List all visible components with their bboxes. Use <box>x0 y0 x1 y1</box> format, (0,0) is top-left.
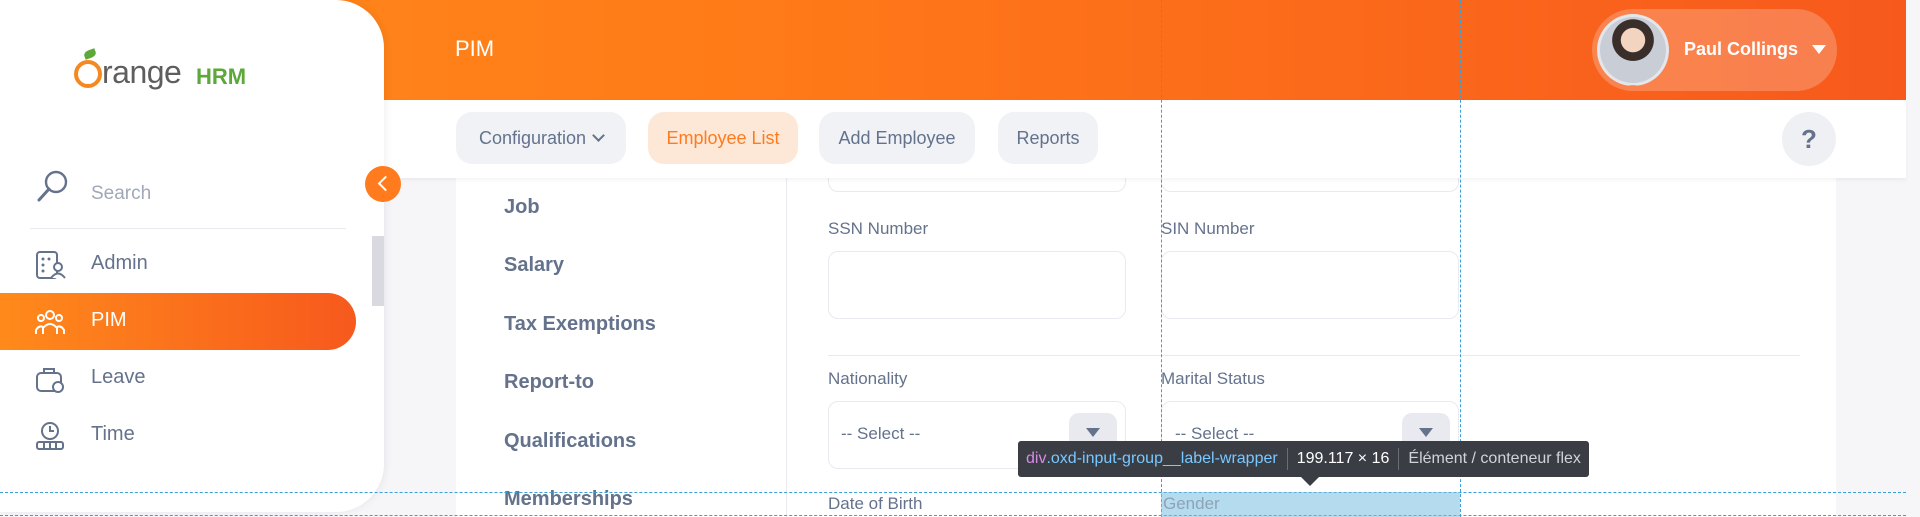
search-icon <box>37 170 68 202</box>
tab-reports-label: Reports <box>1016 127 1080 148</box>
logo-hrm: HRM <box>196 64 247 89</box>
time-icon <box>36 422 64 450</box>
page-title: PIM <box>455 36 495 61</box>
sidebar-item-label: Admin <box>91 252 148 274</box>
inspector-guide-top <box>0 492 1906 493</box>
gender-label: Gender <box>1163 494 1220 513</box>
sidebar-item-label: Leave <box>91 366 146 388</box>
tooltip-size: 199.117 × 16 <box>1296 450 1390 467</box>
search-input[interactable]: Search <box>91 183 151 205</box>
tab-add-employee[interactable]: Add Employee <box>819 112 975 164</box>
tab-employee-list[interactable]: Employee List <box>648 112 798 164</box>
tab-configuration-label: Configuration <box>478 127 587 148</box>
sidebar-item-label: Time <box>91 423 135 445</box>
side-menu-job[interactable]: Job <box>504 196 540 219</box>
logo-wordmark: range <box>102 54 182 90</box>
admin-icon <box>36 251 66 279</box>
sin-label: SIN Number <box>1161 219 1255 238</box>
card-divider <box>786 178 787 517</box>
ssn-label: SSN Number <box>828 219 929 238</box>
side-menu-qualifications[interactable]: Qualifications <box>504 430 636 453</box>
top-nav-bar: Configuration Employee List Add Employee… <box>384 100 1906 178</box>
sidebar-item-time[interactable]: Time <box>0 407 356 464</box>
tooltip-tag: div <box>1026 450 1047 467</box>
user-dropdown[interactable]: Paul Collings <box>1592 9 1837 91</box>
marital-status-label: Marital Status <box>1161 369 1265 388</box>
side-menu-tax-exemptions[interactable]: Tax Exemptions <box>504 313 656 336</box>
sidebar-item-pim[interactable]: PIM <box>0 293 356 350</box>
side-menu-report-to[interactable]: Report-to <box>504 371 594 394</box>
tooltip-separator <box>1398 448 1400 470</box>
inspector-guide-bottom <box>0 515 1906 516</box>
sidebar-item-leave[interactable]: Leave <box>0 350 356 407</box>
tab-add-employee-label: Add Employee <box>838 127 956 148</box>
orange-logo-icon <box>74 60 102 88</box>
pim-icon <box>35 310 65 334</box>
sin-input[interactable] <box>1161 251 1459 319</box>
nationality-value: -- Select -- <box>841 424 921 443</box>
chevron-down-icon <box>592 129 605 142</box>
nationality-label: Nationality <box>828 369 908 388</box>
ssn-input[interactable] <box>828 251 1126 319</box>
devtools-inspect-tooltip: div .oxd-input-group__label-wrapper 199.… <box>1018 441 1589 477</box>
sidebar: range HRM Search Admin PIM Leave Time <box>0 0 384 512</box>
sidebar-scrollbar[interactable] <box>372 236 384 306</box>
inspector-guide-right <box>1460 0 1461 517</box>
inspector-guide-left <box>1161 0 1162 517</box>
sidebar-item-admin[interactable]: Admin <box>0 236 356 293</box>
user-avatar <box>1597 14 1669 86</box>
user-name: Paul Collings <box>1684 39 1799 59</box>
tab-reports[interactable]: Reports <box>998 112 1098 164</box>
section-divider <box>828 355 1800 356</box>
tooltip-separator <box>1286 448 1288 470</box>
tooltip-description: Élément / conteneur flex <box>1408 450 1581 467</box>
leaf-icon <box>82 48 98 60</box>
tab-configuration[interactable]: Configuration <box>456 112 626 164</box>
collapse-sidebar-button[interactable] <box>365 166 401 202</box>
help-button[interactable]: ? <box>1782 112 1836 166</box>
tooltip-arrow <box>1301 477 1319 486</box>
orangehrm-logo: range HRM <box>74 48 254 98</box>
sidebar-item-label: PIM <box>91 309 127 331</box>
leave-icon <box>36 368 64 393</box>
tab-employee-list-label: Employee List <box>666 127 780 148</box>
date-of-birth-label: Date of Birth <box>828 494 923 513</box>
side-menu-salary[interactable]: Salary <box>504 254 564 277</box>
sidebar-search[interactable]: Search <box>30 165 346 229</box>
caret-down-icon <box>1812 45 1826 54</box>
tooltip-class: .oxd-input-group__label-wrapper <box>1046 450 1278 467</box>
